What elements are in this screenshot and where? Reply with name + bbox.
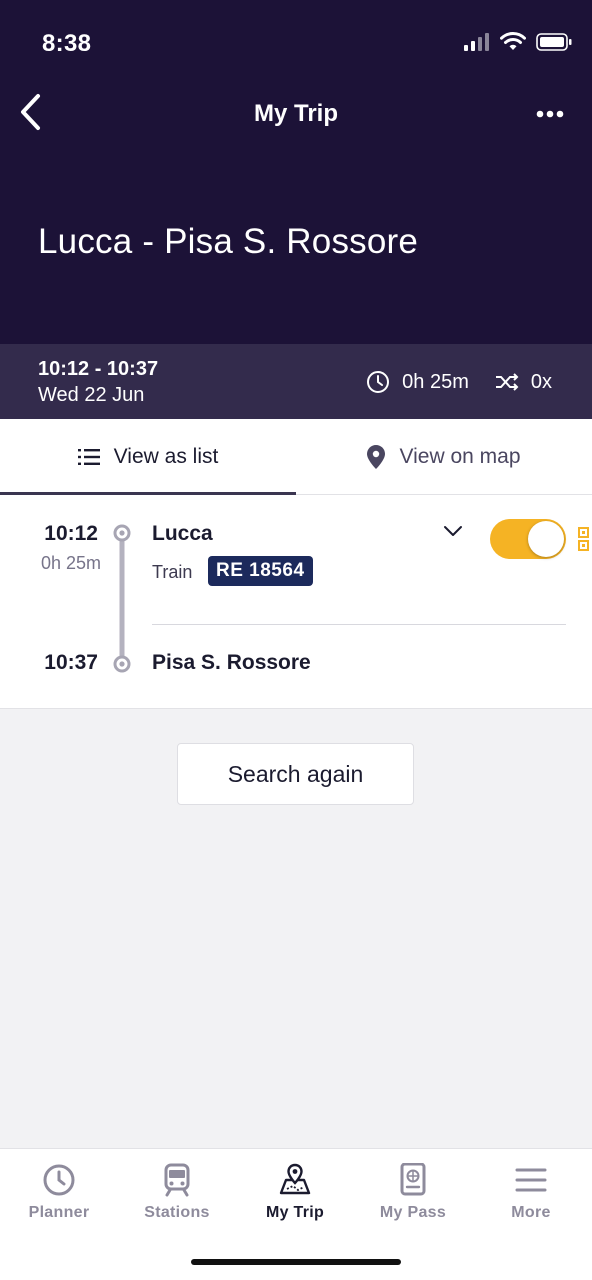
tabbar-my-pass[interactable]: My Pass: [354, 1163, 472, 1222]
clock-icon: [43, 1164, 75, 1196]
tabbar-stations-label: Stations: [144, 1204, 210, 1221]
trip-duration: 0h 25m: [402, 370, 469, 393]
signal-icon: [464, 33, 489, 51]
map-pin-icon: [367, 445, 386, 469]
ellipsis-icon: [536, 110, 564, 118]
tabbar-planner[interactable]: Planner: [0, 1163, 118, 1222]
duration-stat: 0h 25m: [366, 370, 469, 394]
clock-icon: [367, 371, 390, 393]
battery-icon: [536, 33, 572, 51]
nav-bar: My Trip: [0, 88, 592, 144]
route-line: [113, 524, 131, 673]
more-options-button[interactable]: [528, 92, 572, 136]
arrival-station: Pisa S. Rossore: [152, 651, 311, 674]
page-title: My Trip: [253, 100, 338, 127]
tabbar-my-trip[interactable]: My Trip: [236, 1163, 354, 1222]
route-title: Lucca - Pisa S. Rossore: [38, 222, 419, 261]
leg-divider: [152, 624, 566, 625]
tabbar-planner-label: Planner: [28, 1204, 90, 1221]
search-again-button[interactable]: Search again: [177, 743, 414, 805]
tabbar-stations[interactable]: Stations: [118, 1163, 236, 1222]
changes-stat: 0x: [495, 371, 552, 394]
tabbar-my-trip-label: My Trip: [265, 1204, 325, 1221]
qr-code-icon[interactable]: [578, 527, 592, 551]
shuffle-icon: [495, 373, 519, 391]
trip-header: 8:38 My Trip Lucca - Pisa S. Rossore: [0, 0, 592, 344]
trip-date: Wed 22 Jun: [38, 384, 145, 406]
transport-mode: Train: [152, 562, 193, 582]
train-number-badge: RE 18564: [208, 556, 313, 586]
map-icon: [279, 1163, 311, 1195]
expand-leg-button[interactable]: [440, 521, 466, 541]
tabbar-more-label: More: [511, 1204, 551, 1221]
menu-icon: [515, 1168, 547, 1192]
tabbar-more[interactable]: More: [472, 1163, 590, 1222]
journey-leg-card: 10:12 0h 25m 10:37 Lucca Train RE 18564 …: [0, 495, 592, 709]
status-time: 8:38: [42, 30, 92, 57]
leg-duration: 0h 25m: [40, 553, 101, 573]
list-icon: [77, 449, 100, 465]
status-icons: [464, 32, 572, 52]
departure-station: Lucca: [152, 522, 213, 545]
tabbar-my-pass-label: My Pass: [379, 1204, 447, 1221]
arrival-time: 10:37: [44, 651, 98, 674]
toggle-knob: [528, 521, 564, 557]
trip-changes: 0x: [530, 370, 552, 393]
home-indicator: [191, 1259, 401, 1265]
trip-times: 10:12 - 10:37: [38, 358, 159, 380]
status-bar: 8:38: [0, 0, 592, 88]
departure-time: 10:12: [44, 522, 98, 545]
tab-view-as-list[interactable]: View as list: [0, 419, 296, 495]
trip-summary-bar: 10:12 - 10:37 Wed 22 Jun 0h 25m 0x: [0, 344, 592, 419]
tab-map-label: View on map: [399, 445, 521, 468]
wifi-icon: [500, 32, 526, 50]
passport-icon: [400, 1163, 426, 1196]
leg-toggle[interactable]: [490, 519, 566, 559]
tab-list-label: View as list: [113, 445, 219, 468]
trip-stats: 0h 25m 0x: [366, 370, 552, 394]
chevron-down-icon: [444, 526, 462, 536]
tab-view-on-map[interactable]: View on map: [296, 419, 592, 495]
train-icon: [164, 1163, 190, 1197]
view-tabs: View as list View on map: [0, 419, 592, 495]
